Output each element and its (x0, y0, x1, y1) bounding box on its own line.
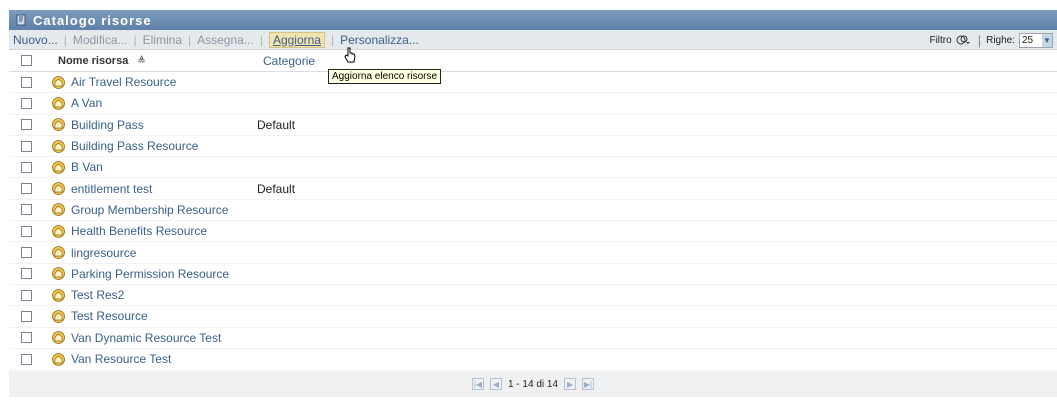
rows-per-page-select[interactable]: 25 ▼ (1019, 32, 1053, 48)
resource-name-link[interactable]: Van Dynamic Resource Test (71, 331, 257, 345)
resource-icon (52, 182, 65, 196)
first-page-button[interactable]: |◀ (471, 378, 484, 391)
title-bar: Catalogo risorse (9, 10, 1057, 30)
table-header: Nome risorsa ≜ Categorie (9, 50, 1057, 72)
resource-name-link[interactable]: Building Pass Resource (71, 139, 257, 153)
resource-name-link[interactable]: B Van (71, 160, 257, 174)
rows-per-page-value: 25 (1022, 34, 1034, 46)
resource-category: Default (257, 181, 296, 196)
row-checkbox[interactable] (21, 310, 32, 322)
new-button[interactable]: Nuovo... (13, 33, 58, 47)
row-checkbox[interactable] (21, 161, 32, 173)
separator: | (63, 32, 67, 47)
resource-name-link[interactable]: Parking Permission Resource (71, 267, 257, 281)
catalog-panel: Catalogo risorse Nuovo... | Modifica... … (9, 10, 1057, 404)
resource-icon (52, 203, 65, 217)
resource-name-link[interactable]: lingresource (71, 246, 257, 260)
catalog-icon (16, 14, 26, 26)
hand-cursor-icon (344, 47, 356, 63)
resource-icon (52, 160, 65, 174)
table-row[interactable]: Health Benefits Resource (9, 221, 1057, 243)
resource-name-link[interactable]: Air Travel Resource (71, 75, 257, 89)
prev-page-button[interactable]: ◀ (489, 378, 502, 391)
resource-name-link[interactable]: entitlement test (71, 182, 257, 196)
toolbar-right: Filtro | Righe: 25 ▼ (929, 30, 1053, 50)
table-row[interactable]: Air Travel Resource (9, 72, 1057, 94)
table-footer: |◀ ◀ 1 - 14 di 14 ▶ ▶| (9, 371, 1057, 398)
separator: | (331, 32, 335, 47)
toolbar: Nuovo... | Modifica... | Elimina | Asseg… (9, 30, 1057, 50)
pager: |◀ ◀ 1 - 14 di 14 ▶ ▶| (469, 378, 597, 391)
row-checkbox[interactable] (21, 268, 32, 280)
row-checkbox[interactable] (21, 119, 32, 131)
separator: | (188, 32, 192, 47)
table-row[interactable]: Building Pass Resource (9, 135, 1057, 158)
resource-name-link[interactable]: Test Res2 (71, 288, 257, 302)
resource-icon (52, 75, 65, 89)
resource-icon (52, 224, 65, 238)
edit-button[interactable]: Modifica... (73, 33, 128, 47)
row-checkbox[interactable] (21, 225, 32, 237)
resource-icon (52, 118, 65, 132)
select-all-checkbox[interactable] (21, 55, 32, 66)
rows-label: Righe: (986, 34, 1015, 46)
table-body: Air Travel Resource A Van Building Pass Def… (9, 72, 1057, 371)
row-checkbox[interactable] (21, 97, 32, 109)
row-checkbox[interactable] (21, 204, 32, 216)
resource-name-link[interactable]: Test Resource (71, 309, 257, 323)
filter-label: Filtro (929, 34, 952, 46)
row-checkbox[interactable] (21, 76, 32, 88)
resource-category: Default (257, 117, 296, 132)
filter-icon[interactable] (956, 34, 970, 46)
resource-name-link[interactable]: Building Pass (71, 118, 257, 132)
resource-name-link[interactable]: Van Resource Test (71, 352, 257, 366)
table-row[interactable]: A Van (9, 93, 1057, 115)
resource-icon (52, 267, 65, 281)
sort-icon: ≜ (137, 55, 146, 67)
next-page-button[interactable]: ▶ (564, 378, 577, 391)
resource-icon (52, 97, 65, 110)
resource-name-link[interactable]: Health Benefits Resource (71, 224, 257, 238)
table-row[interactable]: Parking Permission Resource (9, 263, 1057, 285)
table-row[interactable]: Building Pass Default (9, 114, 1057, 136)
row-checkbox[interactable] (21, 247, 32, 259)
table-row[interactable]: lingresource (9, 242, 1057, 264)
last-page-button[interactable]: ▶| (582, 378, 595, 391)
row-checkbox[interactable] (21, 183, 32, 195)
resource-icon (52, 246, 65, 259)
row-checkbox[interactable] (21, 332, 32, 344)
table-row[interactable]: Van Dynamic Resource Test (9, 327, 1057, 349)
resource-icon (52, 331, 65, 345)
resource-icon (52, 310, 65, 323)
table-row[interactable]: Test Resource (9, 306, 1057, 328)
table-row[interactable]: Van Resource Test (9, 348, 1057, 371)
row-checkbox[interactable] (21, 289, 32, 301)
row-checkbox[interactable] (21, 353, 32, 365)
delete-button[interactable]: Elimina (143, 33, 182, 47)
customize-button[interactable]: Personalizza... (340, 33, 419, 47)
table-row[interactable]: entitlement test Default (9, 178, 1057, 200)
resource-icon (52, 352, 65, 366)
refresh-button[interactable]: Aggiorna (268, 31, 325, 48)
resource-icon (52, 139, 65, 153)
chevron-down-icon: ▼ (1042, 33, 1052, 47)
page-title: Catalogo risorse (33, 12, 152, 28)
separator: | (259, 32, 263, 47)
resource-name-link[interactable]: A Van (71, 96, 257, 110)
assign-button[interactable]: Assegna... (197, 33, 254, 47)
table-row[interactable]: Group Membership Resource (9, 199, 1057, 222)
separator: | (977, 32, 982, 48)
row-checkbox[interactable] (21, 140, 32, 152)
column-header-name[interactable]: Nome risorsa ≜ (58, 55, 263, 67)
resource-name-link[interactable]: Group Membership Resource (71, 203, 257, 217)
tooltip: Aggiorna elenco risorse (328, 69, 442, 84)
table-row[interactable]: B Van (9, 157, 1057, 179)
pager-status: 1 - 14 di 14 (507, 378, 559, 390)
table-row[interactable]: Test Res2 (9, 284, 1057, 307)
resource-icon (52, 288, 65, 302)
separator: | (133, 32, 137, 47)
column-header-category[interactable]: Categorie (263, 54, 315, 68)
column-name-label: Nome risorsa (58, 54, 129, 67)
